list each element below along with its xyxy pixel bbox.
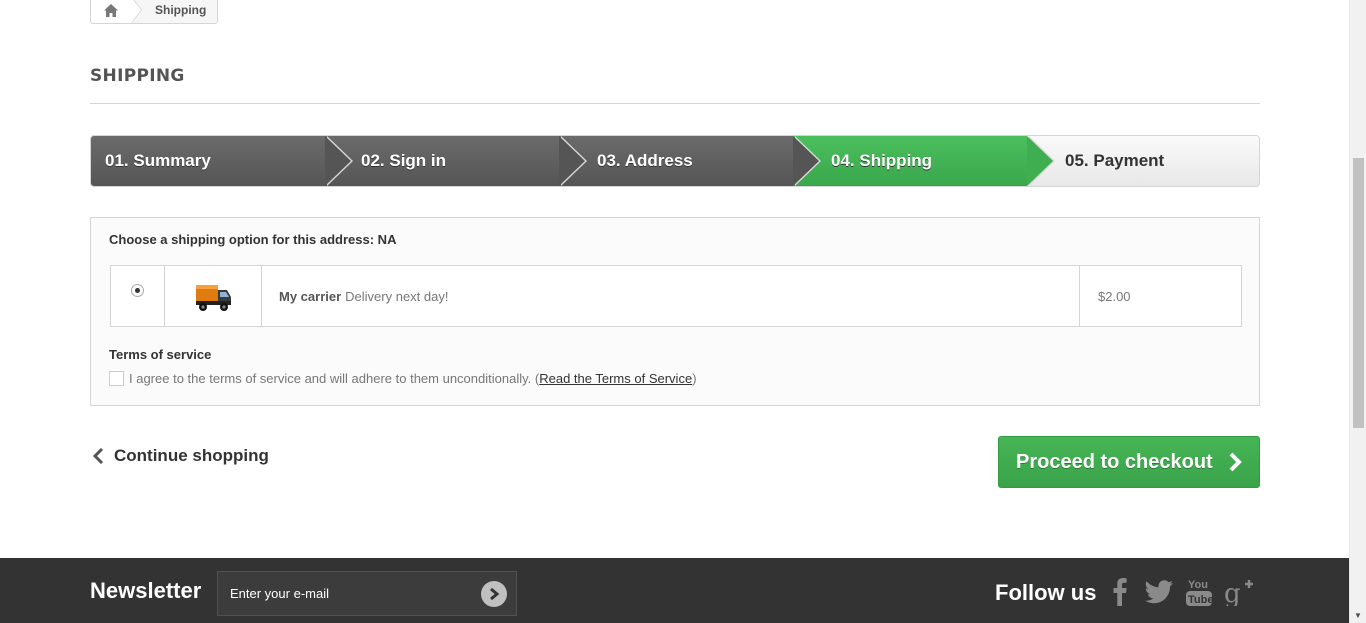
scroll-down-arrow-icon[interactable]: ▼ bbox=[1354, 611, 1362, 620]
step-payment: 05. Payment bbox=[1027, 136, 1259, 186]
carrier-radio[interactable] bbox=[131, 284, 144, 297]
page-title: SHIPPING bbox=[90, 66, 1260, 104]
carrier-radio-cell bbox=[111, 266, 165, 326]
follow-us-title: Follow us bbox=[995, 580, 1097, 605]
delivery-options-box: Choose a shipping option for this addres… bbox=[90, 217, 1260, 406]
tos-agree-text: I agree to the terms of service and will… bbox=[129, 371, 532, 386]
step-address[interactable]: 03. Address bbox=[559, 136, 821, 186]
facebook-icon bbox=[1113, 578, 1127, 606]
step-shipping: 04. Shipping bbox=[793, 136, 1055, 186]
carrier-delay: Delivery next day! bbox=[345, 288, 449, 304]
carrier-description-cell: My carrier Delivery next day! bbox=[262, 266, 1080, 326]
breadcrumb: Shipping bbox=[90, 0, 219, 24]
twitter-icon bbox=[1145, 580, 1173, 604]
carrier-logo-cell bbox=[165, 266, 262, 326]
chevron-right-icon bbox=[1229, 452, 1242, 472]
step-label: 03. Address bbox=[597, 151, 693, 170]
tos-agreement: I agree to the terms of service and will… bbox=[109, 371, 697, 386]
google-plus-link[interactable]: g bbox=[1224, 576, 1254, 608]
step-label: 05. Payment bbox=[1065, 151, 1165, 170]
checkout-steps: 01. Summary 02. Sign in 03. Address 04. … bbox=[90, 135, 1260, 187]
tos-link[interactable]: Read the Terms of Service bbox=[539, 371, 692, 386]
proceed-to-checkout-button[interactable]: Proceed to checkout bbox=[998, 436, 1260, 488]
carrier-price: $2.00 bbox=[1098, 288, 1131, 304]
tos-title: Terms of service bbox=[109, 347, 212, 362]
youtube-icon: You Tube bbox=[1186, 579, 1213, 606]
google-plus-icon: g bbox=[1224, 579, 1253, 606]
continue-shopping-label: Continue shopping bbox=[114, 446, 269, 465]
svg-text:g: g bbox=[1224, 579, 1241, 606]
newsletter-submit-button[interactable] bbox=[481, 581, 507, 607]
delivery-title: Choose a shipping option for this addres… bbox=[109, 232, 397, 247]
tos-close-paren: ) bbox=[692, 371, 697, 386]
twitter-link[interactable] bbox=[1144, 576, 1174, 608]
tos-checkbox[interactable] bbox=[109, 371, 124, 386]
facebook-link[interactable] bbox=[1105, 576, 1135, 608]
breadcrumb-home[interactable] bbox=[91, 0, 142, 23]
svg-text:You: You bbox=[1188, 579, 1208, 591]
footer: Newsletter Enter your e-mail Follow us Y… bbox=[0, 558, 1349, 623]
continue-shopping-button[interactable]: Continue shopping bbox=[90, 446, 269, 466]
breadcrumb-current: Shipping bbox=[155, 3, 207, 17]
carrier-option-row[interactable]: My carrier Delivery next day! $2.00 bbox=[110, 265, 1242, 327]
scrollbar-thumb[interactable] bbox=[1353, 158, 1364, 428]
youtube-link[interactable]: You Tube bbox=[1184, 576, 1214, 608]
step-label: 02. Sign in bbox=[361, 151, 447, 170]
step-label: 04. Shipping bbox=[831, 151, 933, 170]
newsletter-title: Newsletter bbox=[90, 578, 202, 603]
chevron-left-icon bbox=[92, 447, 104, 465]
newsletter-placeholder: Enter your e-mail bbox=[230, 586, 329, 601]
step-label: 01. Summary bbox=[105, 151, 211, 170]
carrier-name: My carrier bbox=[279, 288, 342, 304]
step-summary[interactable]: 01. Summary bbox=[91, 136, 353, 186]
proceed-label: Proceed to checkout bbox=[1016, 450, 1213, 473]
arrow-right-icon bbox=[490, 587, 500, 601]
page-scrollbar[interactable]: ▼ bbox=[1349, 0, 1366, 623]
newsletter-email-input[interactable]: Enter your e-mail bbox=[217, 571, 517, 616]
home-icon bbox=[104, 3, 118, 17]
delivery-truck-icon bbox=[196, 285, 231, 311]
step-sign-in[interactable]: 02. Sign in bbox=[325, 136, 587, 186]
svg-text:Tube: Tube bbox=[1188, 594, 1213, 606]
